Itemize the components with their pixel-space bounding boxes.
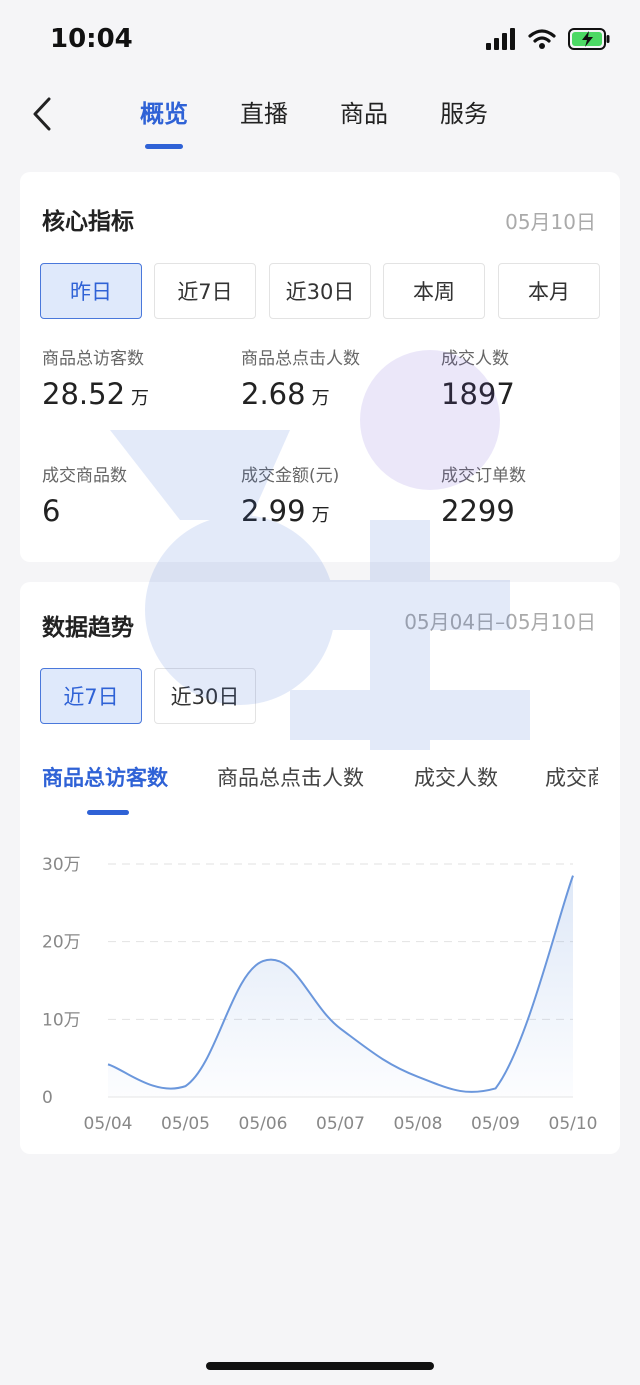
chart-ytick-label: 30万 <box>42 855 81 875</box>
back-button[interactable] <box>22 92 62 136</box>
top-nav: 概览 直播 商品 服务 <box>0 80 640 160</box>
range-30days-button[interactable]: 近30日 <box>269 263 371 319</box>
tab-live[interactable]: 直播 <box>240 94 288 134</box>
signal-icon <box>486 28 515 50</box>
metric-label: 成交金额(元) <box>241 466 340 486</box>
range-this-month-button[interactable]: 本月 <box>498 263 600 319</box>
metric-sales-amount[interactable]: 成交金额(元) 2.99 万 <box>241 461 431 528</box>
chart-ytick-label: 10万 <box>42 1010 81 1030</box>
chart-xtick-label: 05/04 <box>84 1114 133 1134</box>
status-icons <box>486 28 610 50</box>
chevron-left-icon <box>33 97 51 131</box>
status-time: 10:04 <box>50 24 133 54</box>
metric-tabs: 商品总访客数 商品总点击人数 成交人数 成交商 <box>42 762 598 812</box>
metric-label: 商品总访客数 <box>42 349 144 369</box>
home-indicator <box>206 1362 434 1370</box>
metric-products-sold[interactable]: 成交商品数 6 <box>42 461 232 528</box>
tab-products[interactable]: 商品 <box>340 94 388 134</box>
tab-service[interactable]: 服务 <box>440 94 488 134</box>
chart-area-fill <box>108 875 573 1097</box>
chart-xtick-label: 05/10 <box>549 1114 598 1134</box>
trend-range-30days-button[interactable]: 近30日 <box>154 668 256 724</box>
metric-value: 6 <box>42 494 61 528</box>
metric-unit: 万 <box>311 505 330 526</box>
metric-unit: 万 <box>131 388 150 409</box>
metric-value: 28.52 <box>42 377 126 411</box>
core-metrics-card: 核心指标 05月10日 昨日 近7日 近30日 本周 本月 商品总访客数 28.… <box>20 172 620 562</box>
chart-xtick-label: 05/06 <box>239 1114 288 1134</box>
status-bar: 10:04 <box>0 0 640 80</box>
range-this-week-button[interactable]: 本周 <box>383 263 485 319</box>
trend-chart: 0 10万 20万 30万 05/04 05/05 05/06 05/07 05/08 05/09… <box>42 855 598 1134</box>
chart-xtick-label: 05/05 <box>161 1114 210 1134</box>
nav-tabs: 概览 直播 商品 服务 <box>140 94 488 149</box>
chart-xtick-label: 05/09 <box>471 1114 520 1134</box>
metric-label: 成交商品数 <box>42 466 127 486</box>
metric-orders[interactable]: 成交订单数 2299 <box>441 461 631 528</box>
metric-value: 2.68 <box>241 377 306 411</box>
range-yesterday-button[interactable]: 昨日 <box>40 263 142 319</box>
battery-charging-icon <box>568 28 610 50</box>
chart-ytick-label: 20万 <box>42 933 81 953</box>
metric-visitors[interactable]: 商品总访客数 28.52 万 <box>42 344 232 411</box>
metric-value: 1897 <box>441 377 515 411</box>
trend-date-range: 05月04日–05月10日 <box>404 610 596 634</box>
metric-value: 2299 <box>441 494 515 528</box>
chart-xtick-label: 05/07 <box>316 1114 365 1134</box>
tab-overview[interactable]: 概览 <box>140 94 188 149</box>
metric-tab-indicator <box>87 810 129 815</box>
wifi-icon <box>528 29 556 49</box>
metric-tab-visitors[interactable]: 商品总访客数 <box>42 762 168 792</box>
metric-label: 成交订单数 <box>441 466 526 486</box>
metric-label: 商品总点击人数 <box>241 349 360 369</box>
metric-tab-clickers[interactable]: 商品总点击人数 <box>217 762 364 792</box>
metric-label: 成交人数 <box>441 349 509 369</box>
trend-card: 数据趋势 05月04日–05月10日 近7日 近30日 商品总访客数 商品总点击… <box>20 582 620 1154</box>
chart-ytick-label: 0 <box>42 1088 53 1108</box>
core-metrics-date: 05月10日 <box>505 210 596 234</box>
metric-unit: 万 <box>311 388 330 409</box>
metric-clickers[interactable]: 商品总点击人数 2.68 万 <box>241 344 431 411</box>
metric-value: 2.99 <box>241 494 306 528</box>
metric-buyers[interactable]: 成交人数 1897 <box>441 344 631 411</box>
trend-title: 数据趋势 <box>42 615 134 641</box>
chart-xtick-label: 05/08 <box>394 1114 443 1134</box>
core-metrics-title: 核心指标 <box>42 209 134 235</box>
metric-tab-buyers[interactable]: 成交人数 <box>414 762 498 792</box>
range-7days-button[interactable]: 近7日 <box>154 263 256 319</box>
metric-tab-more[interactable]: 成交商 <box>545 762 598 792</box>
trend-range-7days-button[interactable]: 近7日 <box>40 668 142 724</box>
